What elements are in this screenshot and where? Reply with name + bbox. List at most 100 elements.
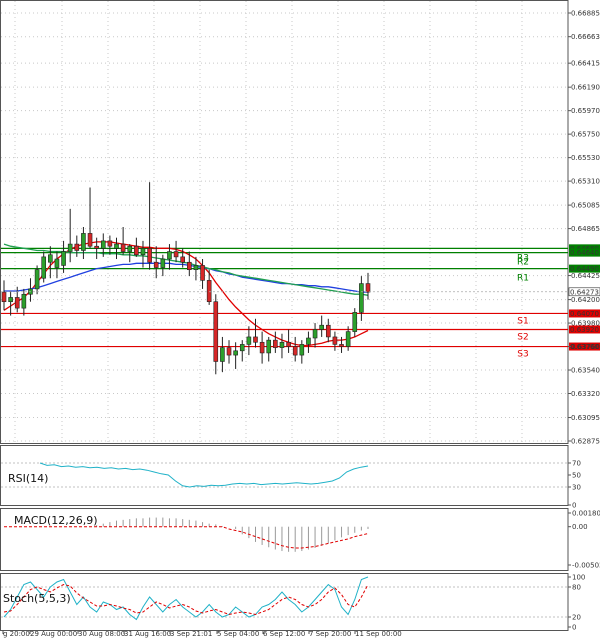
- indicator-tick-label: -0.005035: [572, 562, 600, 570]
- level-name-r2: R2: [517, 258, 529, 268]
- level-name-s1: S1: [517, 316, 528, 326]
- candle-body: [359, 283, 364, 313]
- price-tick-label: 0.63320: [571, 390, 600, 398]
- candle-body: [160, 258, 166, 268]
- time-label: 31 Aug 16:00: [124, 630, 171, 638]
- indicator-tick-label: 80: [572, 584, 581, 592]
- candle-body: [339, 344, 344, 347]
- candle-body: [273, 339, 278, 348]
- price-tick-label: 0.63760: [571, 343, 600, 351]
- price-tick-label: 0.64200: [571, 296, 600, 304]
- candle-body: [41, 256, 47, 279]
- time-label: 29 Aug 00:00: [30, 630, 77, 638]
- candle-body: [325, 324, 331, 338]
- price-tick-label: 0.64865: [571, 225, 600, 233]
- price-tick-label: 0.65310: [571, 178, 600, 186]
- panel-frame: [0, 0, 569, 444]
- price-tick-label: 0.63980: [571, 320, 600, 328]
- candle-body: [365, 283, 371, 293]
- indicator-tick-label: 0.00: [572, 523, 588, 531]
- candle-body: [206, 280, 212, 303]
- candle-body: [345, 331, 351, 347]
- candle-body: [233, 350, 238, 356]
- candle-body: [226, 347, 232, 356]
- price-tick-label: 0.66663: [571, 33, 600, 41]
- candle-body: [319, 324, 324, 330]
- indicator-tick-label: 0.001801: [572, 510, 600, 518]
- candle-body: [286, 341, 291, 347]
- candle-body: [173, 251, 179, 258]
- rsi-title: RSI(14): [8, 472, 48, 485]
- candle-body: [292, 346, 298, 356]
- indicator-tick-label: 0: [572, 502, 576, 510]
- price-tick-label: 0.65085: [571, 202, 600, 210]
- price-tick-label: 0.66190: [571, 84, 600, 92]
- price-tick-label: 0.62875: [571, 438, 600, 446]
- level-price-label: 0.64640: [570, 249, 599, 257]
- candle-body: [81, 233, 86, 251]
- candle-body: [306, 337, 311, 345]
- candle-body: [266, 339, 272, 354]
- price-tick-label: 0.66415: [571, 60, 600, 68]
- level-name-r1: R1: [517, 274, 529, 284]
- candle-body: [147, 248, 152, 263]
- panel-frame: [0, 573, 569, 631]
- indicator-tick-label: 0: [572, 624, 576, 632]
- candle-body: [213, 301, 219, 362]
- time-label: 30 Aug 08:00: [78, 630, 125, 638]
- candle-body: [67, 243, 73, 252]
- candle-body: [34, 269, 40, 290]
- candle-body: [200, 265, 205, 281]
- candle-body: [107, 240, 113, 247]
- current-price-label: 0.64273: [570, 288, 599, 296]
- level-name-s3: S3: [517, 350, 528, 360]
- indicator-tick-label: 70: [572, 460, 581, 468]
- candle-body: [120, 243, 126, 252]
- candle-body: [61, 251, 66, 266]
- candle-body: [21, 293, 27, 309]
- candle-body: [127, 245, 133, 252]
- price-tick-label: 0.65750: [571, 131, 600, 139]
- candle-body: [279, 341, 285, 348]
- candle-body: [100, 240, 106, 249]
- candle-body: [48, 254, 53, 263]
- panel-frame: [0, 445, 569, 506]
- time-axis: g 20:00 29 Aug 00:00 30 Aug 08:0031 Aug 16…: [2, 630, 402, 638]
- candle-body: [220, 347, 225, 362]
- indicator-tick-label: 100: [572, 574, 585, 582]
- stoch-title: Stoch(5,5,3): [3, 592, 71, 605]
- macd-title: MACD(12,26,9): [14, 514, 98, 527]
- candle-body: [134, 245, 139, 256]
- candle-body: [187, 261, 192, 270]
- indicator-tick-label: 50: [572, 472, 581, 480]
- candle-body: [94, 245, 99, 249]
- candle-body: [332, 336, 338, 345]
- candle-body: [246, 336, 252, 345]
- candle-body: [167, 251, 172, 260]
- candle-body: [180, 256, 185, 263]
- time-label: 3 Sep 21:01: [170, 630, 212, 638]
- candle-body: [153, 261, 159, 268]
- price-chart: R30.64680R20.64640R10.64490S10.64070S20.…: [0, 0, 600, 638]
- candle-body: [253, 336, 258, 343]
- price-tick-label: 0.66885: [571, 10, 600, 18]
- time-label: 11 Sep 00:00: [355, 630, 402, 638]
- price-tick-label: 0.65530: [571, 154, 600, 162]
- candle-body: [1, 291, 7, 303]
- price-tick-label: 0.65970: [571, 107, 600, 115]
- candle-body: [140, 248, 146, 256]
- candle-body: [299, 344, 305, 356]
- level-name-s2: S2: [517, 332, 528, 342]
- indicator-tick-label: 30: [572, 484, 581, 492]
- time-label: g 20:00: [3, 630, 30, 638]
- level-price-label: 0.64070: [570, 310, 599, 318]
- candle-body: [87, 233, 93, 247]
- candle-body: [8, 297, 13, 303]
- price-tick-label: 0.64425: [571, 272, 600, 280]
- chart-frame: [0, 0, 569, 631]
- candle-body: [352, 312, 358, 332]
- candle-body: [14, 297, 20, 309]
- candle-body: [259, 341, 265, 354]
- candle-body: [193, 265, 199, 270]
- price-tick-label: 0.63095: [571, 414, 600, 422]
